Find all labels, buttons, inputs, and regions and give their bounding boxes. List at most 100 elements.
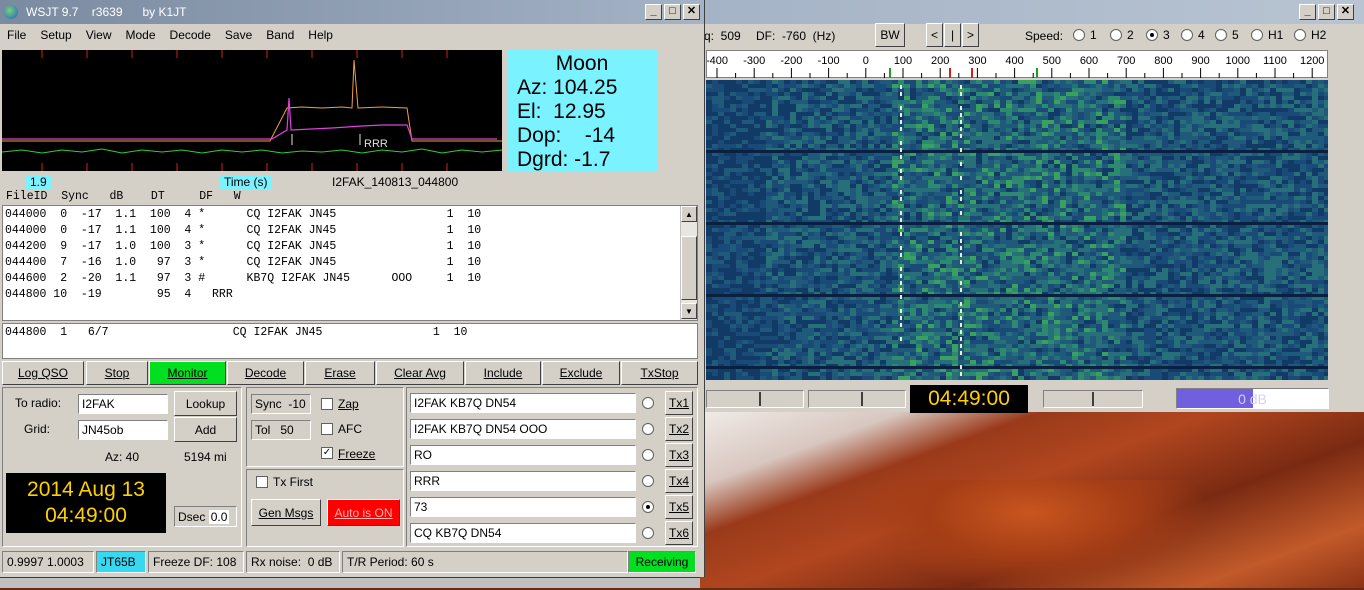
waterfall-titlebar[interactable]: _ □ ✕ bbox=[700, 0, 1364, 24]
waterfall-cell bbox=[1102, 208, 1108, 212]
waterfall-cell bbox=[1018, 104, 1024, 108]
waterfall-cell bbox=[1210, 256, 1216, 260]
waterfall-cell bbox=[1300, 240, 1306, 244]
waterfall-cell bbox=[844, 200, 850, 204]
waterfall-cell bbox=[916, 88, 922, 92]
waterfall-cell bbox=[1120, 164, 1126, 168]
waterfall-cell bbox=[910, 180, 916, 184]
waterfall-cell bbox=[1300, 132, 1306, 136]
waterfall-cell bbox=[1102, 124, 1108, 128]
waterfall-cell bbox=[1246, 228, 1252, 232]
waterfall-cell bbox=[1186, 176, 1192, 180]
waterfall-cell bbox=[1066, 240, 1072, 244]
bw-button[interactable]: BW bbox=[875, 23, 905, 47]
waterfall-cell bbox=[1048, 188, 1054, 192]
waterfall-cell bbox=[934, 212, 940, 216]
waterfall-cell bbox=[970, 208, 976, 212]
waterfall-cell bbox=[1246, 252, 1252, 256]
waterfall-cell bbox=[892, 192, 898, 196]
speed-radio-5[interactable] bbox=[1215, 29, 1227, 41]
waterfall-cell bbox=[1234, 184, 1240, 188]
waterfall-cell bbox=[796, 144, 802, 148]
waterfall-cell bbox=[1036, 188, 1042, 192]
waterfall-cell bbox=[1060, 188, 1066, 192]
waterfall-cell bbox=[784, 96, 790, 100]
waterfall-cell bbox=[772, 256, 778, 260]
waterfall-cell bbox=[838, 212, 844, 216]
waterfall-cell bbox=[1108, 228, 1114, 232]
waterfall-cell bbox=[730, 100, 736, 104]
waterfall-cell bbox=[874, 100, 880, 104]
speed-radio-4[interactable] bbox=[1181, 29, 1193, 41]
waterfall-cell bbox=[1036, 256, 1042, 260]
waterfall-cell bbox=[706, 196, 712, 200]
waterfall-cell bbox=[838, 140, 844, 144]
waterfall-cell bbox=[730, 80, 736, 84]
waterfall-cell bbox=[772, 244, 778, 248]
waterfall-cell bbox=[748, 176, 754, 180]
waterfall-cell bbox=[928, 256, 934, 260]
waterfall-cell bbox=[1042, 96, 1048, 100]
waterfall-cell bbox=[1192, 88, 1198, 92]
speed-radio-H2[interactable] bbox=[1294, 29, 1306, 41]
waterfall-cell bbox=[1288, 100, 1294, 104]
waterfall-cell bbox=[916, 264, 922, 268]
waterfall-cell bbox=[1204, 136, 1210, 140]
speed-radio-H1[interactable] bbox=[1251, 29, 1263, 41]
waterfall-cell bbox=[754, 100, 760, 104]
waterfall-display[interactable] bbox=[706, 80, 1328, 380]
waterfall-cell bbox=[1150, 112, 1156, 116]
waterfall-cell bbox=[1096, 120, 1102, 124]
waterfall-cell bbox=[952, 240, 958, 244]
waterfall-cell bbox=[1156, 100, 1162, 104]
maximize-button[interactable]: □ bbox=[1318, 4, 1335, 20]
waterfall-cell bbox=[748, 232, 754, 236]
waterfall-cell bbox=[1168, 124, 1174, 128]
waterfall-cell bbox=[1186, 196, 1192, 200]
nav-left-button[interactable]: < bbox=[926, 23, 943, 47]
waterfall-cell bbox=[922, 228, 928, 232]
waterfall-cell bbox=[1192, 196, 1198, 200]
waterfall-cell bbox=[820, 256, 826, 260]
waterfall-cell bbox=[1234, 180, 1240, 184]
waterfall-cell bbox=[718, 180, 724, 184]
waterfall-cell bbox=[1318, 144, 1324, 148]
waterfall-cell bbox=[1090, 192, 1096, 196]
waterfall-cell bbox=[808, 240, 814, 244]
speed-radio-1[interactable] bbox=[1073, 29, 1085, 41]
waterfall-cell bbox=[820, 204, 826, 208]
waterfall-cell bbox=[1012, 208, 1018, 212]
waterfall-cell bbox=[1132, 132, 1138, 136]
waterfall-cell bbox=[1144, 196, 1150, 200]
waterfall-cell bbox=[766, 212, 772, 216]
waterfall-cell bbox=[1150, 204, 1156, 208]
speed-radio-2[interactable] bbox=[1110, 29, 1122, 41]
waterfall-cell bbox=[1252, 128, 1258, 132]
waterfall-cell bbox=[1066, 84, 1072, 88]
waterfall-cell bbox=[886, 216, 892, 220]
waterfall-cell bbox=[922, 244, 928, 248]
waterfall-cell bbox=[1024, 248, 1030, 252]
waterfall-cell bbox=[1156, 156, 1162, 160]
waterfall-cell bbox=[1246, 168, 1252, 172]
waterfall-cell bbox=[970, 252, 976, 256]
nav-right-button[interactable]: > bbox=[962, 23, 979, 47]
waterfall-cell bbox=[1006, 84, 1012, 88]
close-button[interactable]: ✕ bbox=[1337, 4, 1354, 20]
waterfall-cell bbox=[1048, 168, 1054, 172]
waterfall-cell bbox=[1066, 112, 1072, 116]
waterfall-cell bbox=[952, 192, 958, 196]
nav-center-button[interactable]: | bbox=[944, 23, 961, 47]
waterfall-cell bbox=[1288, 236, 1294, 240]
waterfall-cell bbox=[1072, 136, 1078, 140]
minimize-button[interactable]: _ bbox=[1299, 4, 1316, 20]
waterfall-cell bbox=[850, 236, 856, 240]
waterfall-cell bbox=[766, 260, 772, 264]
waterfall-cell bbox=[1234, 116, 1240, 120]
speed-radio-3[interactable] bbox=[1146, 29, 1158, 41]
waterfall-cell bbox=[856, 232, 862, 236]
waterfall-cell bbox=[1288, 112, 1294, 116]
waterfall-cell bbox=[1324, 196, 1328, 200]
waterfall-cell bbox=[1066, 128, 1072, 132]
waterfall-cell bbox=[1162, 196, 1168, 200]
